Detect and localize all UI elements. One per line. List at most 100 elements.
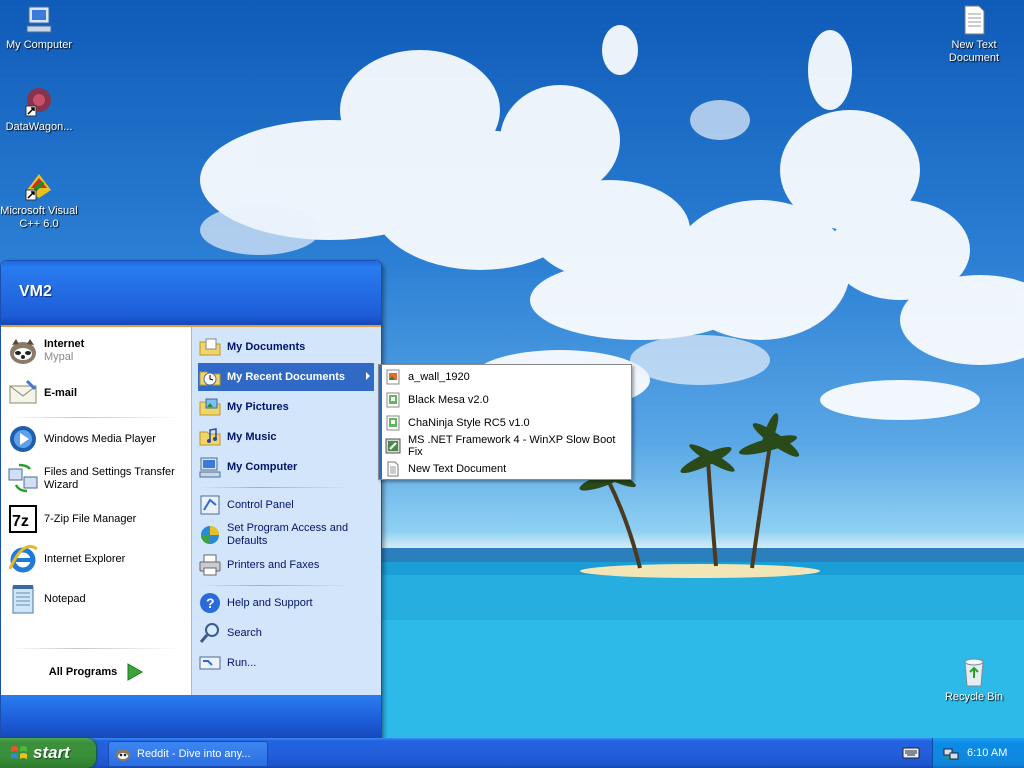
search-icon [198,621,222,645]
start-menu: VM2 Internet Mypal E-mail Windows Media … [0,260,382,740]
folder-music-icon [198,425,222,449]
pinned-email-label: E-mail [44,386,78,399]
start-menu-left-pane: Internet Mypal E-mail Windows Media Playe… [1,327,191,695]
place-control-panel[interactable]: Control Panel [198,491,374,519]
keyboard-language-icon[interactable] [902,746,920,760]
pinned-email[interactable]: E-mail [7,377,187,409]
recent-document-label: Black Mesa v2.0 [408,394,489,406]
desktop-icon-label: My Computer [5,39,73,51]
taskbar-task-reddit[interactable]: Reddit - Dive into any... [108,741,268,767]
program-windows-media-player[interactable]: Windows Media Player [7,423,187,455]
control-panel-icon [198,493,222,517]
desktop-icon-label: Microsoft Visual C++ 6.0 [0,205,78,230]
place-my-pictures[interactable]: My Pictures [198,393,374,421]
program-files-settings-transfer[interactable]: Files and Settings Transfer Wizard [7,463,187,495]
desktop-icon-visual-cpp[interactable]: Microsoft Visual C++ 6.0 [0,170,82,231]
recycle-bin-icon [958,656,990,688]
help-icon: ? [198,591,222,615]
desktop-icon-new-text-document[interactable]: New Text Document [931,4,1017,65]
desktop-icon-recycle-bin[interactable]: Recycle Bin [931,656,1017,704]
notepad-icon [7,583,39,615]
place-printers-faxes[interactable]: Printers and Faxes [198,551,374,579]
place-set-program-access[interactable]: Set Program Access and Defaults [198,521,374,549]
right-separator [200,585,350,586]
recent-document-label: New Text Document [408,463,507,475]
place-run[interactable]: Run... [198,649,374,677]
program-label: 7-Zip File Manager [44,512,137,525]
start-menu-right-pane: My Documents My Recent Documents My Pict… [191,327,381,695]
media-player-icon [7,423,39,455]
submenu-arrow-icon [366,372,370,380]
place-my-documents[interactable]: My Documents [198,333,374,361]
submenu-accent-bar [379,365,382,479]
taskbar-task-label: Reddit - Dive into any... [137,748,251,760]
recent-document-label: ChaNinja Style RC5 v1.0 [408,417,530,429]
place-help-support[interactable]: ? Help and Support [198,589,374,617]
user-name: VM2 [19,283,52,300]
recent-document-item[interactable]: Black Mesa v2.0 [385,389,629,411]
program-label: Internet Explorer [44,552,126,565]
start-menu-footer [1,695,381,739]
all-programs-button[interactable]: All Programs [1,649,191,695]
desktop-icon-label: Recycle Bin [944,691,1004,703]
place-my-computer[interactable]: My Computer [198,453,374,481]
pinned-internet[interactable]: Internet Mypal [7,335,187,367]
executable-file-icon [385,438,401,454]
recent-document-item[interactable]: a_wall_1920 [385,366,629,388]
svg-text:?: ? [206,595,215,611]
archive-file-icon [385,392,401,408]
desktop-icon-datawagon[interactable]: DataWagon... [0,86,82,134]
recent-document-item[interactable]: ChaNinja Style RC5 v1.0 [385,412,629,434]
place-my-music[interactable]: My Music [198,423,374,451]
archive-file-icon [385,415,401,431]
place-search[interactable]: Search [198,619,374,647]
visual-cpp-icon [23,170,55,202]
recent-document-item[interactable]: New Text Document [385,458,629,480]
place-label: Search [227,626,262,639]
program-7zip[interactable]: 7z 7-Zip File Manager [7,503,187,535]
system-tray: 6:10 AM [932,738,1024,768]
my-computer-icon [23,4,55,36]
text-document-icon [385,461,401,477]
place-my-recent-documents[interactable]: My Recent Documents [198,363,374,391]
program-access-icon [198,523,222,547]
start-label: start [33,743,70,762]
place-label: Control Panel [227,498,294,511]
pinned-internet-sub: Mypal [44,351,74,363]
place-label: My Recent Documents [227,370,345,383]
folder-pictures-icon [198,395,222,419]
text-document-icon [958,4,990,36]
program-label: Files and Settings Transfer Wizard [44,466,175,491]
printer-icon [198,553,222,577]
start-menu-header: VM2 [1,261,381,327]
program-notepad[interactable]: Notepad [7,583,187,615]
taskbar: start Reddit - Dive into any... 6:10 AM [0,738,1024,768]
internet-explorer-icon [7,543,39,575]
place-label: Run... [227,656,257,669]
program-label: Notepad [44,592,86,605]
left-separator [9,417,181,418]
7zip-icon: 7z [7,503,39,535]
start-button[interactable]: start [0,738,96,768]
run-icon [198,651,222,675]
place-label: Printers and Faxes [227,558,320,571]
recent-documents-submenu: a_wall_1920 Black Mesa v2.0 ChaNinja Sty… [378,364,632,480]
windows-flag-icon [10,744,28,762]
recent-documents-icon [198,365,222,389]
place-label: Set Program Access and Defaults [227,522,349,547]
program-internet-explorer[interactable]: Internet Explorer [7,543,187,575]
right-separator [200,487,350,488]
my-computer-icon [198,455,222,479]
network-icon[interactable] [943,745,959,761]
image-file-icon [385,369,401,385]
recent-document-item[interactable]: MS .NET Framework 4 - WinXP Slow Boot Fi… [385,434,629,458]
program-label: Windows Media Player [44,432,156,445]
email-icon [7,377,39,409]
desktop-icon-my-computer[interactable]: My Computer [0,4,82,52]
mypal-browser-icon [7,335,39,367]
clock[interactable]: 6:10 AM [967,747,1007,759]
place-label: My Computer [227,460,298,473]
svg-text:7z: 7z [12,513,29,530]
place-label: My Documents [227,340,306,353]
place-label: My Music [227,430,277,443]
